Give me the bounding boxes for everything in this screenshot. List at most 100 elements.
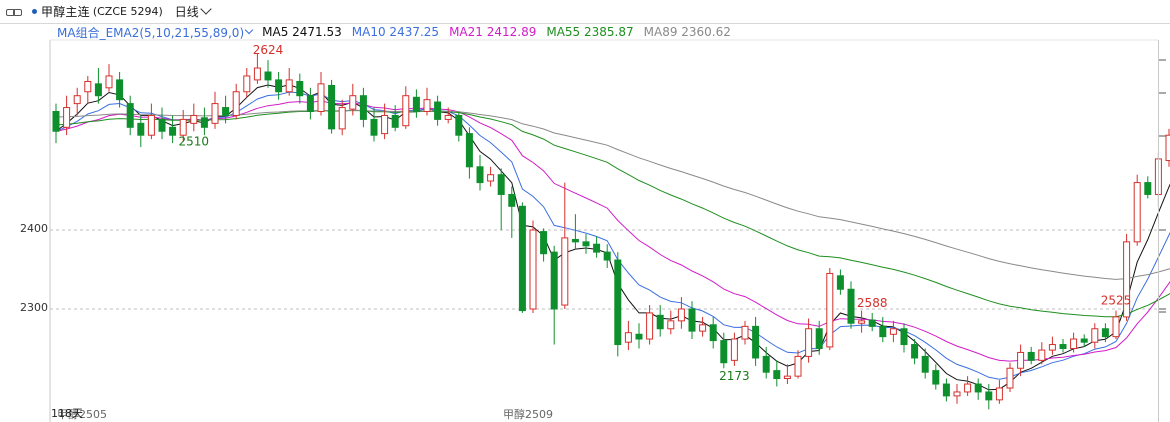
candle <box>868 312 876 332</box>
candle <box>211 91 219 129</box>
candle-body <box>688 308 696 332</box>
candle-body <box>656 314 664 330</box>
candle-body <box>222 107 230 116</box>
candle <box>455 111 463 142</box>
candle <box>540 228 548 262</box>
candle-body <box>900 328 908 346</box>
candle-body <box>529 229 537 310</box>
ma55-line <box>55 109 1170 318</box>
candle-body <box>889 328 897 335</box>
candle <box>593 236 601 258</box>
symbol-name[interactable]: 甲醇主连 <box>41 3 90 20</box>
candle-body <box>836 275 844 290</box>
candle-body <box>773 370 781 380</box>
candle-body <box>328 84 336 130</box>
candle-body <box>805 328 813 357</box>
candle-body <box>444 114 452 120</box>
candle <box>1048 336 1056 355</box>
candle-body <box>94 83 102 97</box>
candle-body <box>815 328 823 349</box>
candle-body <box>974 383 982 393</box>
annotation-2525: 2525 <box>1101 294 1132 308</box>
candle-body <box>921 355 929 373</box>
candle <box>741 320 749 345</box>
candle <box>487 166 495 187</box>
candle <box>518 202 526 313</box>
candle-body <box>550 251 558 310</box>
candle <box>836 269 844 295</box>
candle-body <box>285 79 293 93</box>
candle <box>328 79 336 134</box>
status-dot-icon <box>32 9 37 14</box>
candle <box>752 316 760 366</box>
candle <box>985 384 993 410</box>
candlestick-chart[interactable]: 2624 2510 2588 2173 2525 <box>0 0 1170 422</box>
candle-body <box>381 114 389 135</box>
candle-body <box>412 96 420 112</box>
candle-body <box>879 325 887 338</box>
annotation-2624: 2624 <box>253 43 284 57</box>
candle-body <box>826 272 834 348</box>
candle <box>571 214 579 250</box>
candle <box>646 305 654 345</box>
candle <box>773 360 781 387</box>
candle <box>84 75 92 104</box>
candle-body <box>52 111 60 132</box>
candle-body <box>487 174 495 182</box>
candle-body <box>349 95 357 110</box>
candle <box>402 86 410 129</box>
candle <box>783 364 791 385</box>
candle-body <box>741 325 749 340</box>
candle-body <box>359 95 367 120</box>
candle <box>635 323 643 349</box>
chevron-down-icon[interactable] <box>244 25 254 35</box>
candle-body <box>794 355 802 377</box>
candle-body <box>677 308 685 322</box>
candle-body <box>497 174 505 195</box>
candle-body <box>105 75 113 89</box>
candle <box>1112 310 1120 340</box>
candles <box>52 53 1170 410</box>
candle-body <box>911 344 919 359</box>
candle <box>317 72 325 116</box>
candle-body <box>338 107 346 130</box>
candle-body <box>1027 351 1035 361</box>
candle-body <box>1059 344 1067 349</box>
candle <box>190 103 198 132</box>
candle-body <box>720 340 728 364</box>
candle-body <box>1101 328 1109 338</box>
candle-body <box>730 338 738 361</box>
candle-body <box>942 383 950 397</box>
candle-body <box>868 319 876 327</box>
ma10-line <box>55 91 1170 380</box>
candle-body <box>593 243 601 253</box>
candle-body <box>423 99 431 113</box>
candle <box>434 95 442 126</box>
candle-body <box>306 95 314 112</box>
right-axis[interactable] <box>1158 40 1170 422</box>
candle <box>94 68 102 104</box>
candle-body <box>762 355 770 373</box>
candle-body <box>200 117 208 128</box>
candle <box>974 378 982 400</box>
candle <box>858 310 866 333</box>
symbol-code: (CZCE 5294) <box>92 5 163 18</box>
candle <box>561 182 569 309</box>
indicator-name[interactable]: MA组合_EMA2(5,10,21,55,89,0) <box>57 24 244 41</box>
candle-body <box>699 324 707 332</box>
candle <box>126 95 134 136</box>
annotation-2173: 2173 <box>719 369 750 383</box>
candle-body <box>1112 316 1120 338</box>
candle <box>995 380 1003 404</box>
candle <box>550 245 558 345</box>
candle <box>847 281 855 329</box>
candle <box>603 244 611 268</box>
period-selector[interactable]: 日线 <box>175 3 212 20</box>
link-icon[interactable] <box>6 7 22 17</box>
candle <box>529 220 537 313</box>
candle-body <box>582 241 590 247</box>
candle-body <box>614 259 622 346</box>
candle <box>243 68 251 98</box>
candle <box>306 87 314 120</box>
candle-body <box>603 251 611 261</box>
